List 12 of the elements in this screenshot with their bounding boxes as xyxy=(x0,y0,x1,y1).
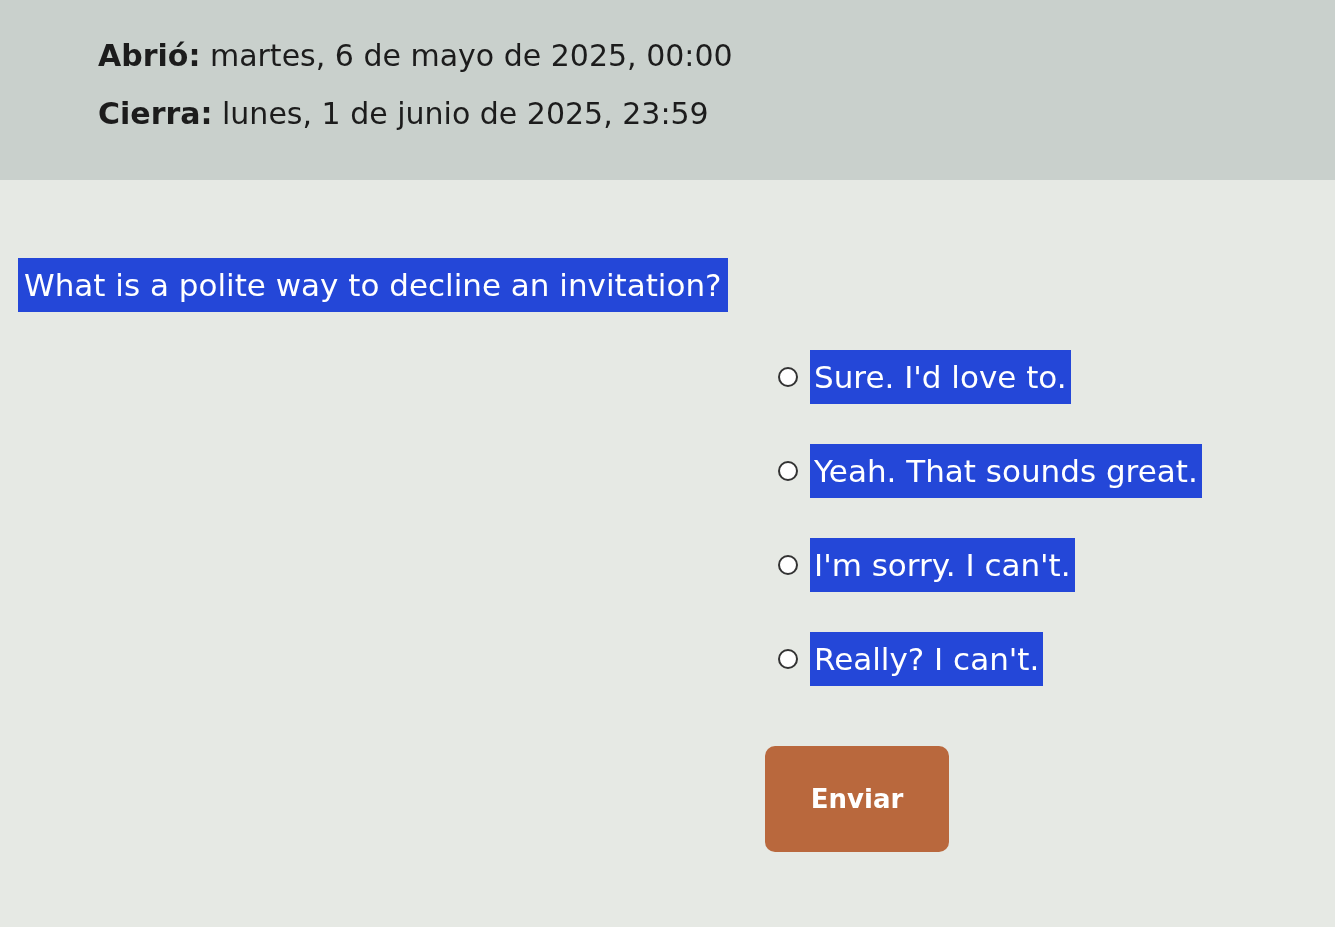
question-text: What is a polite way to decline an invitation? xyxy=(18,258,728,312)
option-label[interactable]: Really? I can't. xyxy=(810,632,1044,686)
radio-button[interactable] xyxy=(778,461,798,481)
option-label[interactable]: Sure. I'd love to. xyxy=(810,350,1071,404)
date-text: Abrió: martes, 6 de mayo de 2025, 00:00 xyxy=(98,37,734,75)
radio-button[interactable] xyxy=(778,555,798,575)
radio-button[interactable] xyxy=(778,367,798,387)
option-label[interactable]: I'm sorry. I can't. xyxy=(810,538,1075,592)
radio-button[interactable] xyxy=(778,649,798,669)
option-label[interactable]: Yeah. That sounds great. xyxy=(810,444,1202,498)
submit-button[interactable]: Enviar xyxy=(765,746,949,852)
date-text: Cierra: lunes, 1 de junio de 2025, 23:59 xyxy=(98,95,710,133)
